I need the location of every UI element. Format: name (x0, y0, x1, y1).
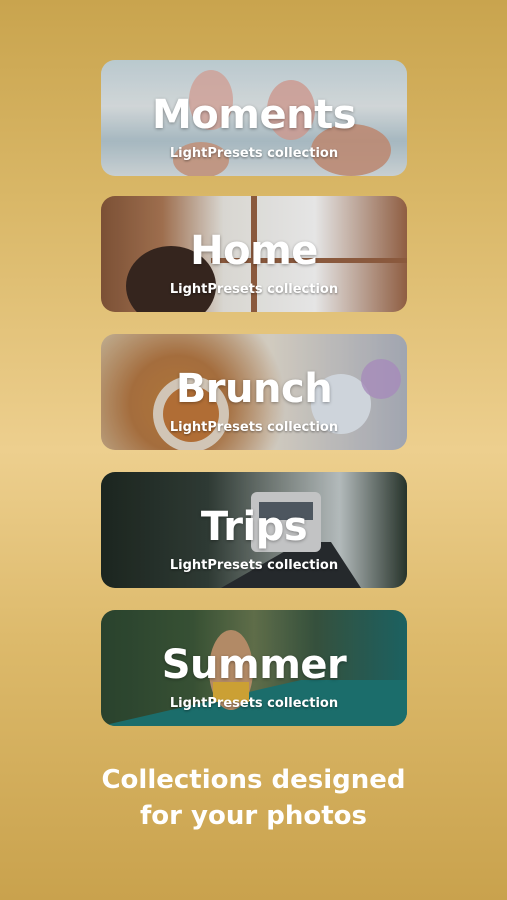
collection-card-trips[interactable]: Trips LightPresets collection (101, 472, 407, 588)
card-title: Moments (152, 92, 357, 138)
tagline-line-2: for your photos (140, 801, 367, 831)
card-title: Summer (161, 642, 347, 688)
card-subtitle: LightPresets collection (169, 282, 339, 297)
collection-card-home[interactable]: Home LightPresets collection (101, 196, 407, 312)
card-subtitle: LightPresets collection (169, 146, 339, 161)
card-title: Trips (200, 504, 308, 550)
collection-card-brunch[interactable]: Brunch LightPresets collection (101, 334, 407, 450)
card-title: Home (190, 228, 318, 274)
card-subtitle: LightPresets collection (169, 558, 339, 573)
collection-card-moments[interactable]: Moments LightPresets collection (101, 60, 407, 176)
tagline: Collections designed for your photos (0, 762, 507, 834)
card-subtitle: LightPresets collection (169, 696, 339, 711)
card-subtitle: LightPresets collection (169, 420, 339, 435)
collection-card-summer[interactable]: Summer LightPresets collection (101, 610, 407, 726)
tagline-line-1: Collections designed (101, 765, 406, 795)
card-title: Brunch (175, 366, 333, 412)
